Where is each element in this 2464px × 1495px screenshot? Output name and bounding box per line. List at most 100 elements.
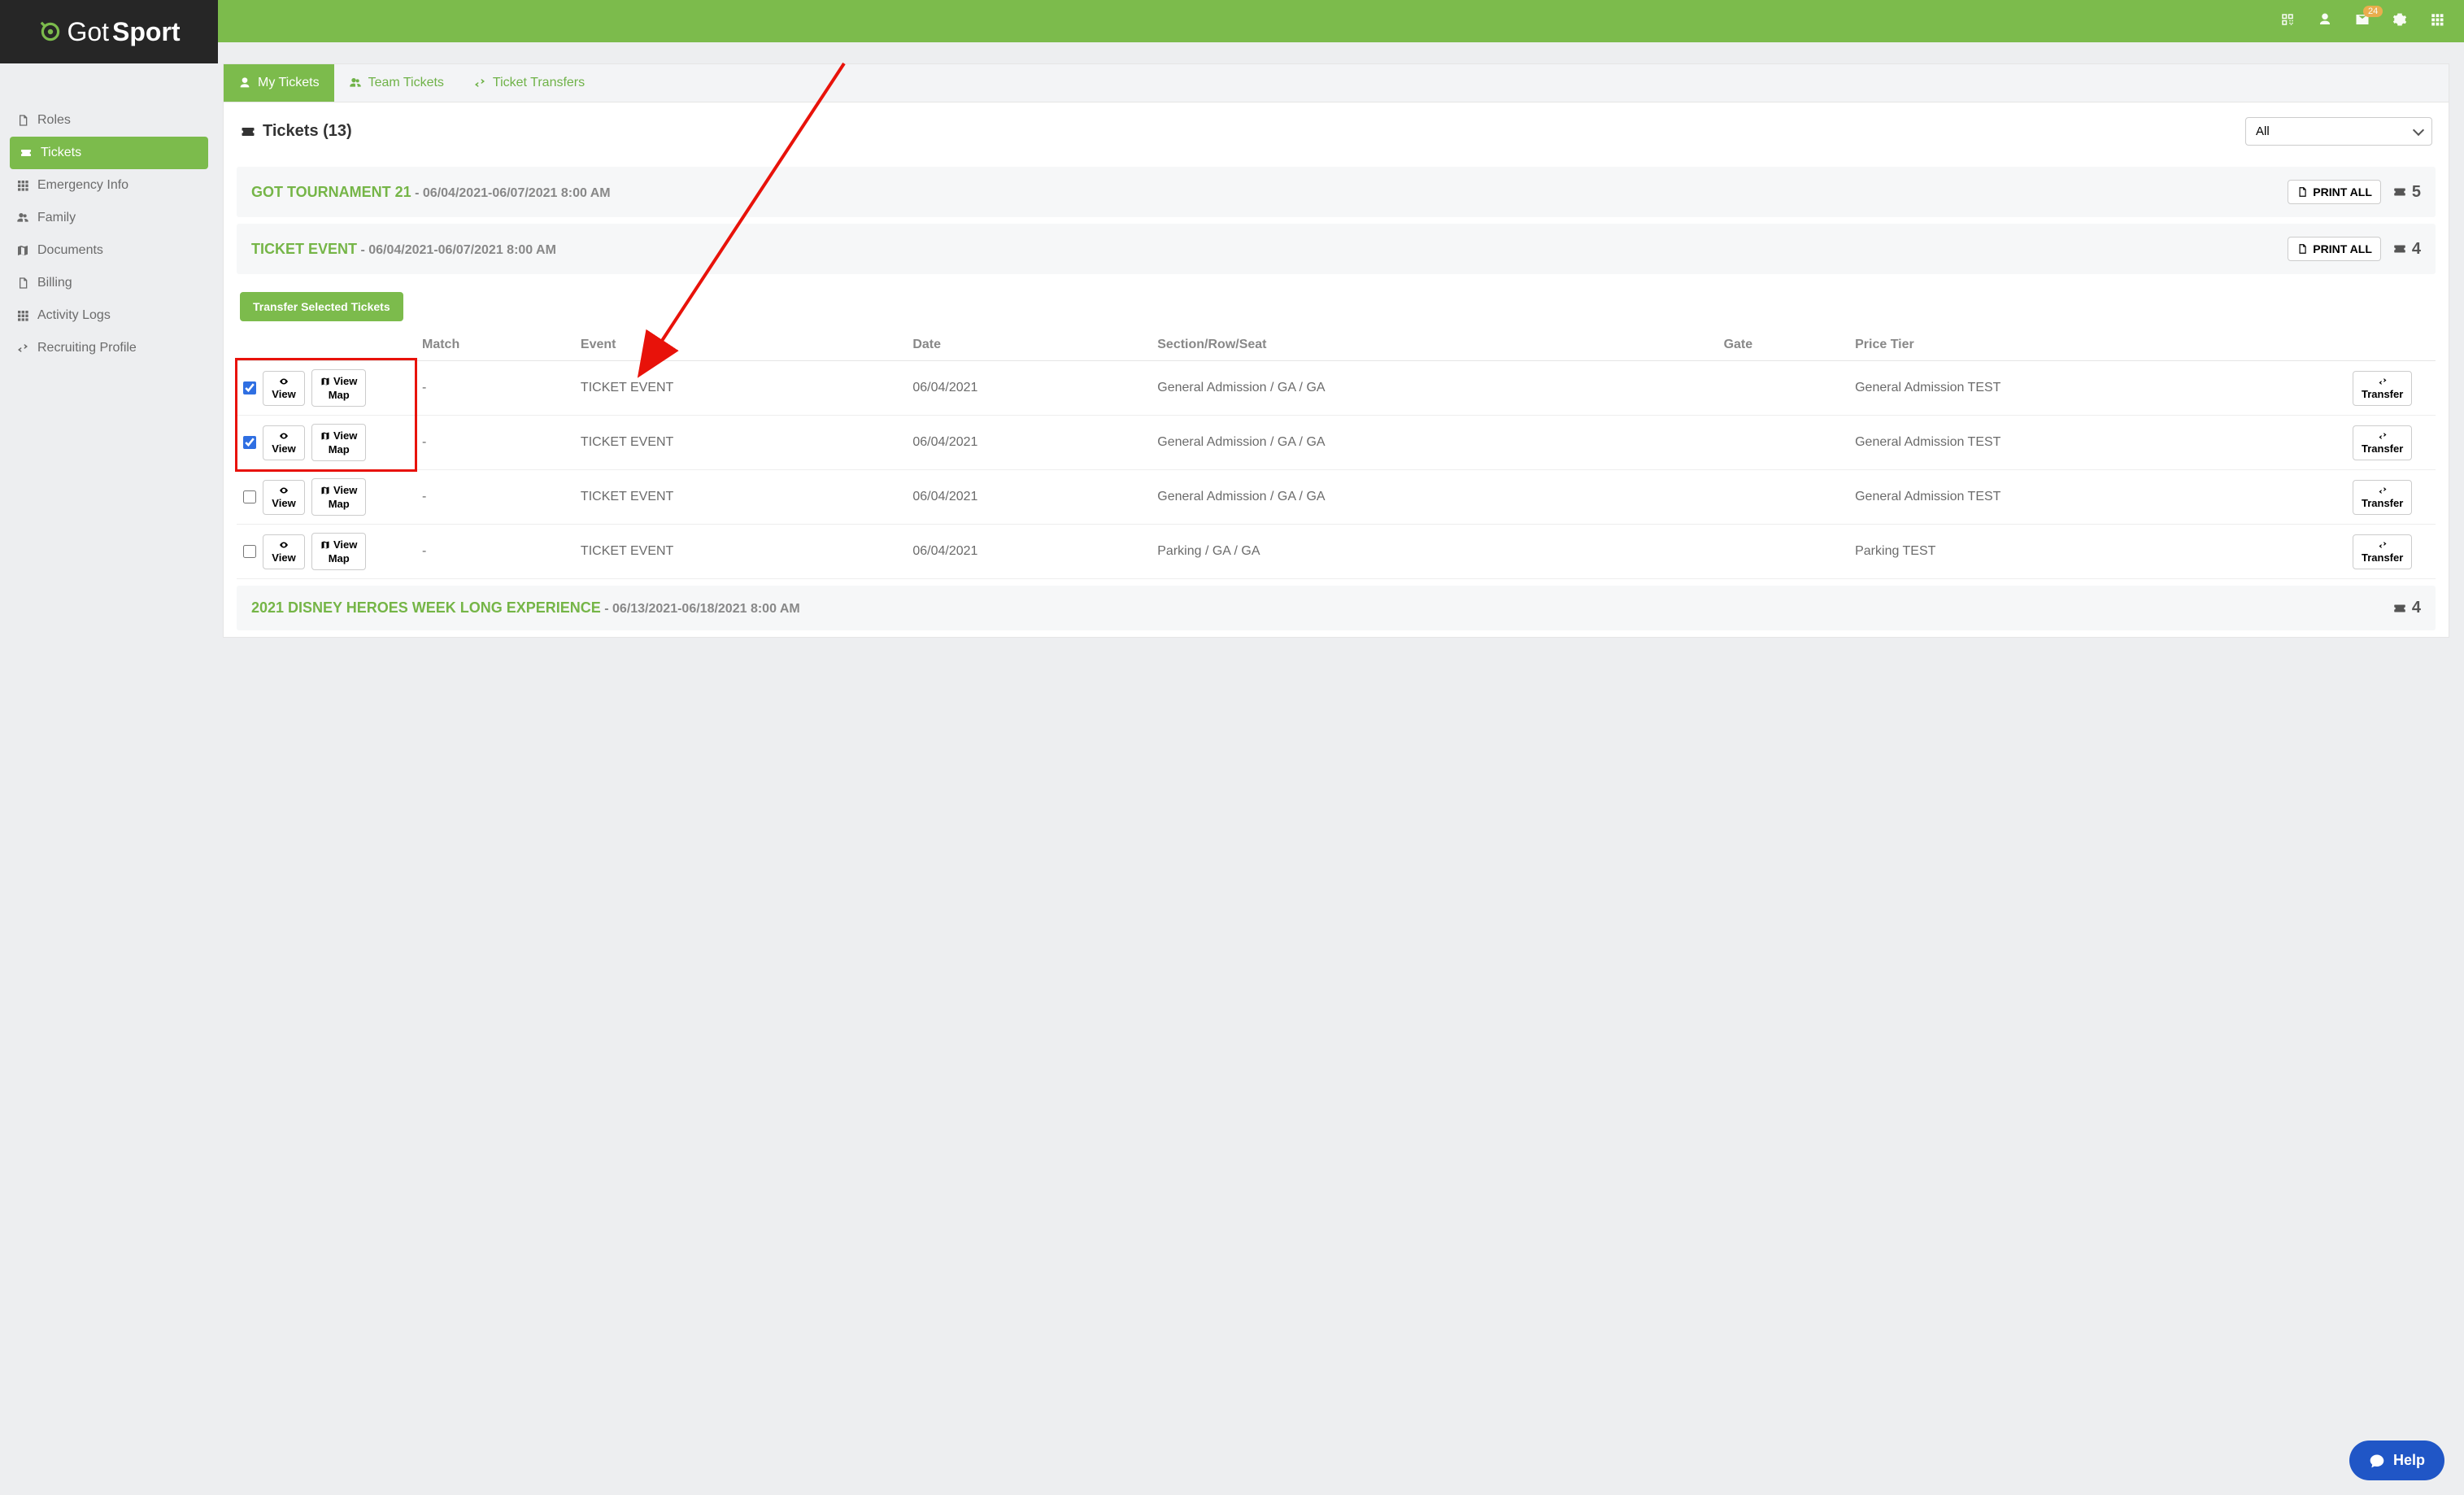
row-checkbox[interactable] xyxy=(243,490,256,503)
view-map-button[interactable]: ViewMap xyxy=(311,478,366,516)
help-button[interactable]: Help xyxy=(2349,1441,2444,1480)
sitemap-icon xyxy=(16,211,29,224)
event-name: GOT TOURNAMENT 21 xyxy=(251,184,411,200)
tab-ticket-transfers[interactable]: Ticket Transfers xyxy=(459,64,599,102)
transfer-button[interactable]: Transfer xyxy=(2353,480,2412,515)
table-row: View ViewMap - TICKET EVENT 06/04/2021 P… xyxy=(237,525,2436,579)
event-datespan: - 06/13/2021-06/18/2021 8:00 AM xyxy=(601,602,800,616)
event-ticket-count: 4 xyxy=(2392,240,2421,259)
sidebar-item-label: Roles xyxy=(37,113,71,128)
profile-icon[interactable] xyxy=(2318,12,2332,31)
notification-badge: 24 xyxy=(2363,6,2383,17)
qr-icon[interactable] xyxy=(2280,12,2295,31)
row-checkbox[interactable] xyxy=(243,381,256,394)
tab-team-tickets[interactable]: Team Tickets xyxy=(334,64,459,102)
view-map-button[interactable]: ViewMap xyxy=(311,424,366,461)
sidebar-item-label: Activity Logs xyxy=(37,308,111,323)
sidebar-item-family[interactable]: Family xyxy=(0,202,218,234)
event-header[interactable]: TICKET EVENT - 06/04/2021-06/07/2021 8:0… xyxy=(237,224,2436,274)
table-row: View ViewMap - TICKET EVENT 06/04/2021 G… xyxy=(237,361,2436,416)
id-card-icon xyxy=(16,114,29,127)
column-header: Gate xyxy=(1717,329,1849,361)
event-ticket-count: 4 xyxy=(2392,599,2421,617)
settings-icon[interactable] xyxy=(2392,12,2407,31)
transfer-button[interactable]: Transfer xyxy=(2353,534,2412,569)
cell-section-row-seat: General Admission / GA / GA xyxy=(1151,361,1717,416)
help-label: Help xyxy=(2393,1452,2425,1469)
print-all-label: PRINT ALL xyxy=(2313,242,2372,255)
tab-row: My Tickets Team TicketsTicket Transfers xyxy=(224,64,2449,102)
cell-gate xyxy=(1717,416,1849,470)
sidebar-item-label: Recruiting Profile xyxy=(37,341,137,355)
cell-section-row-seat: Parking / GA / GA xyxy=(1151,525,1717,579)
exchange-icon xyxy=(2378,486,2388,495)
view-map-button[interactable]: ViewMap xyxy=(311,369,366,407)
event-name: TICKET EVENT xyxy=(251,241,357,257)
event-header[interactable]: 2021 DISNEY HEROES WEEK LONG EXPERIENCE … xyxy=(237,586,2436,630)
sidebar-item-label: Billing xyxy=(37,276,72,290)
filter-select[interactable]: All xyxy=(2245,117,2432,146)
cell-date: 06/04/2021 xyxy=(906,361,1151,416)
cell-price-tier: Parking TEST xyxy=(1848,525,2346,579)
transfer-button[interactable]: Transfer xyxy=(2353,425,2412,460)
event-header[interactable]: GOT TOURNAMENT 21 - 06/04/2021-06/07/202… xyxy=(237,167,2436,217)
view-map-button[interactable]: ViewMap xyxy=(311,533,366,570)
brand-part1: Got xyxy=(67,17,109,47)
view-button[interactable]: View xyxy=(263,371,305,406)
page-title: Tickets (13) xyxy=(240,122,352,141)
pdf-icon xyxy=(2296,186,2308,198)
messages-icon[interactable]: 24 xyxy=(2355,12,2370,31)
ticket-icon xyxy=(2392,242,2407,256)
print-all-label: PRINT ALL xyxy=(2313,185,2372,198)
cell-price-tier: General Admission TEST xyxy=(1848,470,2346,525)
cell-match: - xyxy=(416,416,574,470)
view-label: View xyxy=(272,388,295,400)
sidebar-item-billing[interactable]: Billing xyxy=(0,267,218,299)
transfer-selected-button[interactable]: Transfer Selected Tickets xyxy=(240,292,403,321)
plus-square-icon xyxy=(16,179,29,192)
cell-match: - xyxy=(416,361,574,416)
sidebar-item-roles[interactable]: Roles xyxy=(0,104,218,137)
view-label: View xyxy=(272,497,295,509)
event-datespan: - 06/04/2021-06/07/2021 8:00 AM xyxy=(411,186,611,200)
exchange-icon xyxy=(473,76,486,89)
apps-grid-icon[interactable] xyxy=(2430,12,2444,31)
sidebar-item-emergency-info[interactable]: Emergency Info xyxy=(0,169,218,202)
eye-icon xyxy=(279,377,289,386)
print-all-button[interactable]: PRINT ALL xyxy=(2288,237,2381,261)
cell-date: 06/04/2021 xyxy=(906,470,1151,525)
view-button[interactable]: View xyxy=(263,534,305,569)
cell-gate xyxy=(1717,361,1849,416)
tab-label: My Tickets xyxy=(258,76,320,90)
column-header: Date xyxy=(906,329,1151,361)
table-row: View ViewMap - TICKET EVENT 06/04/2021 G… xyxy=(237,470,2436,525)
view-map-label: Map xyxy=(329,498,350,510)
sidebar-item-activity-logs[interactable]: Activity Logs xyxy=(0,299,218,332)
archive-icon xyxy=(16,309,29,322)
column-header: Section/Row/Seat xyxy=(1151,329,1717,361)
column-header: Event xyxy=(574,329,906,361)
sidebar-item-recruiting-profile[interactable]: Recruiting Profile xyxy=(0,332,218,364)
row-checkbox[interactable] xyxy=(243,436,256,449)
cell-date: 06/04/2021 xyxy=(906,416,1151,470)
eye-icon xyxy=(279,431,289,441)
cell-price-tier: General Admission TEST xyxy=(1848,361,2346,416)
cell-gate xyxy=(1717,525,1849,579)
folder-icon xyxy=(16,244,29,257)
cell-gate xyxy=(1717,470,1849,525)
exchange-icon xyxy=(2378,377,2388,386)
logo[interactable]: GotSport xyxy=(0,0,218,63)
transfer-button[interactable]: Transfer xyxy=(2353,371,2412,406)
view-map-label: Map xyxy=(329,552,350,564)
sidebar-item-documents[interactable]: Documents xyxy=(0,234,218,267)
view-button[interactable]: View xyxy=(263,480,305,515)
row-checkbox[interactable] xyxy=(243,545,256,558)
print-all-button[interactable]: PRINT ALL xyxy=(2288,180,2381,204)
view-button[interactable]: View xyxy=(263,425,305,460)
logo-icon xyxy=(37,19,63,45)
exchange-icon xyxy=(2378,431,2388,441)
eye-icon xyxy=(279,486,289,495)
sidebar-item-tickets[interactable]: Tickets xyxy=(10,137,208,169)
tab-my-tickets[interactable]: My Tickets xyxy=(224,64,334,102)
transfer-label: Transfer xyxy=(2362,497,2403,509)
